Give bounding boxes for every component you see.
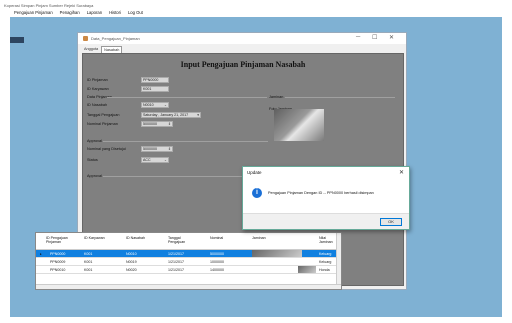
dialog-title: Update — [247, 170, 262, 175]
cell-id-karyawan: K001 — [84, 260, 93, 264]
cell-nominal: 1000000 — [210, 260, 224, 264]
cell-id-nasabah: N0019 — [126, 260, 137, 264]
column-header[interactable]: Tanggal Pengajuan — [168, 236, 190, 244]
pengajuan-data-grid[interactable]: ID Pengajuan Pinjaman ID Karyawan ID Nas… — [35, 232, 342, 290]
jaminan-thumbnail — [298, 266, 316, 273]
info-icon: i — [252, 188, 262, 198]
background-dark-strip — [10, 37, 24, 43]
column-header[interactable]: ID Pengajuan Pinjaman — [46, 236, 72, 244]
id-nasabah-label: ID Nasabah — [87, 103, 108, 107]
chevron-down-icon: ⌄ — [163, 158, 167, 162]
cell-id-pengajuan: PPN0010 — [50, 268, 66, 272]
tab-strip: Anggota Nasabah — [82, 46, 123, 53]
nominal-pinjaman-value: 5000000 — [143, 122, 157, 126]
cell-nominal: 1400000 — [210, 268, 224, 272]
cell-nilai-jaminan: Honda — [319, 268, 330, 272]
cell-nominal: 5000000 — [210, 252, 224, 256]
row-indicator-icon: ▸ — [40, 252, 42, 256]
id-karyawan-field[interactable]: K001 — [141, 86, 169, 92]
column-header[interactable]: Jaminan — [252, 236, 266, 240]
status-label: Status — [87, 158, 98, 162]
jaminan-section: Jaminan — [269, 95, 284, 99]
cell-id-pengajuan: PPN0000 — [50, 252, 66, 256]
app-icon — [83, 36, 88, 41]
table-row[interactable]: PPN0009 K001 N0019 1/21/2017 1000000 Kel… — [36, 258, 341, 266]
menu-log-out[interactable]: Log Out — [128, 10, 143, 17]
tab-nasabah[interactable]: Nasabah — [101, 46, 123, 53]
data-pinjaman-divider — [107, 97, 267, 98]
dialog-message: Pengajuan Pinjaman Dengan ID -- PPN0000 … — [268, 191, 374, 195]
tab-anggota[interactable]: Anggota — [82, 46, 100, 53]
nominal-pinjaman-field[interactable]: 5000000 ⇕ — [141, 121, 173, 127]
id-karyawan-label: ID Karyawan — [87, 87, 109, 91]
status-select[interactable]: ACC ⌄ — [141, 157, 169, 163]
close-button[interactable]: ✕ — [389, 34, 394, 41]
menu-laporan[interactable]: Laporan — [87, 10, 102, 17]
grid-horizontal-scrollbar[interactable] — [36, 284, 341, 289]
cell-tanggal: 1/21/2017 — [168, 252, 184, 256]
approval-section-b: Approval — [87, 174, 102, 178]
ok-button[interactable]: OK — [380, 218, 402, 226]
table-row[interactable]: PPN0010 K001 N0020 1/21/2017 1400000 Hon… — [36, 266, 341, 274]
menubar: Pengajuan Pinjaman Penagihan Laporan His… — [0, 10, 512, 17]
column-header[interactable]: ID Nasabah — [126, 236, 145, 240]
main-window-title: Koperasi Simpan Pinjam Sumber Rejeki Sur… — [4, 3, 94, 8]
column-header[interactable]: Nilai Jaminan — [319, 236, 337, 244]
id-nasabah-select[interactable]: N0010 ⌄ — [141, 102, 169, 108]
cell-nilai-jaminan: Keluarg — [319, 260, 332, 264]
dialog-footer: OK — [243, 213, 409, 229]
dialog-close-button[interactable]: ✕ — [399, 169, 404, 176]
column-header[interactable]: Nominal — [210, 236, 223, 240]
child-window-title: Data_Pengajuan_Pinjaman — [91, 36, 140, 41]
nominal-disetujui-field[interactable]: 5000000 ⇕ — [141, 146, 173, 152]
jaminan-photo — [274, 109, 324, 141]
nominal-disetujui-value: 5000000 — [143, 147, 157, 151]
id-pinjaman-label: ID Pinjaman — [87, 78, 108, 82]
minimize-button[interactable]: ─ — [356, 34, 360, 40]
grid-vertical-scrollbar[interactable] — [336, 233, 341, 286]
tanggal-pengajuan-label: Tanggal Pengajuan — [87, 113, 120, 117]
nominal-disetujui-label: Nominal yang Disetujui — [87, 147, 126, 151]
table-row[interactable]: ▸ PPN0000 K001 N0010 1/21/2017 5000000 K… — [36, 250, 341, 258]
jaminan-divider — [285, 97, 395, 98]
cell-id-pengajuan: PPN0009 — [50, 260, 66, 264]
approval-section: Approval — [87, 139, 102, 143]
stepper-icon: ⇕ — [167, 122, 171, 126]
chevron-down-icon: ⌄ — [163, 103, 167, 107]
maximize-button[interactable]: ☐ — [372, 34, 377, 41]
menu-pengajuan-pinjaman[interactable]: Pengajuan Pinjaman — [14, 10, 53, 17]
cell-id-nasabah: N0020 — [126, 268, 137, 272]
cell-id-karyawan: K001 — [84, 252, 93, 256]
nominal-pinjaman-label: Nominal Pinjaman — [87, 122, 118, 126]
id-pinjaman-field[interactable]: PPN0000 — [141, 77, 169, 83]
cell-id-karyawan: K001 — [84, 268, 93, 272]
column-header[interactable]: ID Karyawan — [84, 236, 105, 240]
jaminan-thumbnail — [252, 250, 302, 257]
cell-id-nasabah: N0010 — [126, 252, 137, 256]
tanggal-pengajuan-value: Saturday , January 21, 2017 — [143, 113, 189, 117]
id-nasabah-value: N0010 — [143, 103, 154, 107]
cell-nilai-jaminan: Keluarg — [319, 252, 332, 256]
menu-penagihan[interactable]: Penagihan — [60, 10, 80, 17]
tanggal-pengajuan-picker[interactable]: Saturday , January 21, 2017 ▾ — [141, 112, 201, 118]
mdi-client-area: a Data_Pengajuan_Pinjaman ─ ☐ ✕ Anggota … — [10, 17, 502, 317]
update-dialog: Update ✕ i Pengajuan Pinjaman Dengan ID … — [242, 166, 410, 230]
grid-header: ID Pengajuan Pinjaman ID Karyawan ID Nas… — [36, 233, 341, 250]
form-title: Input Pengajuan Pinjaman Nasabah — [180, 60, 306, 69]
approval-divider — [103, 141, 268, 142]
cell-tanggal: 1/21/2017 — [168, 268, 184, 272]
stepper-icon: ⇕ — [167, 147, 171, 151]
calendar-icon: ▾ — [197, 113, 199, 117]
cell-tanggal: 1/21/2017 — [168, 260, 184, 264]
menu-histori[interactable]: Histori — [109, 10, 121, 17]
status-value: ACC — [143, 158, 151, 162]
